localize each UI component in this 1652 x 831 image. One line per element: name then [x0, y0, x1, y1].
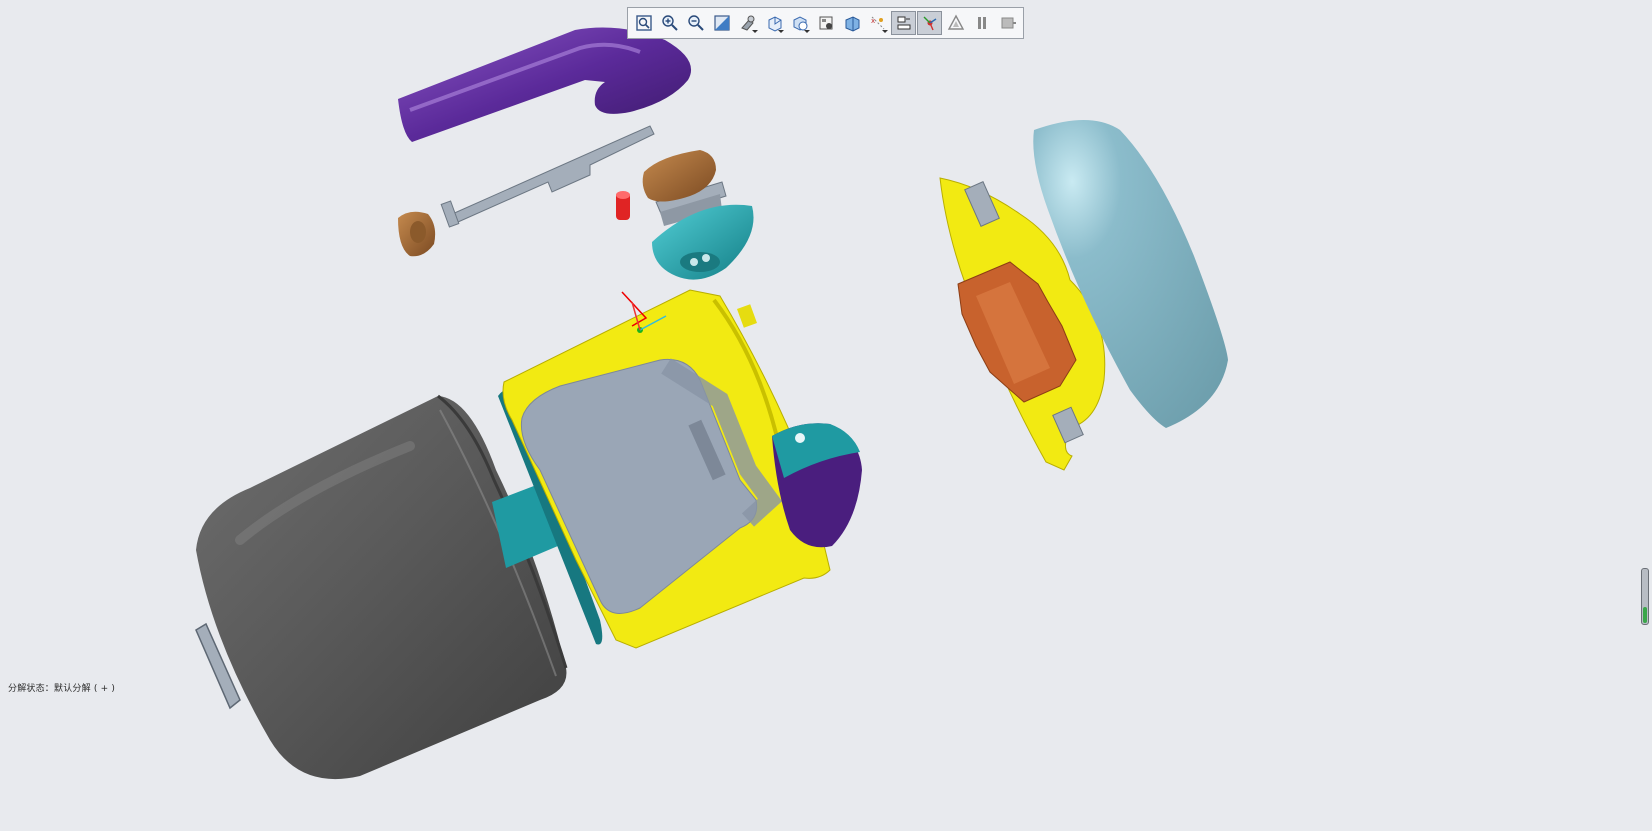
spin-center-button[interactable] — [917, 11, 942, 35]
dropdown-arrow-icon — [752, 30, 758, 33]
repaint-icon — [713, 15, 730, 31]
scroll-indicator-fill — [1643, 606, 1647, 623]
annotation-display-button[interactable] — [891, 11, 916, 35]
simplified-rep-button[interactable] — [943, 11, 968, 35]
zoom-in-icon — [661, 15, 678, 31]
annotation-display-icon — [897, 16, 910, 30]
exit-button[interactable] — [995, 11, 1020, 35]
svg-text:x: x — [871, 17, 875, 25]
pause-button[interactable] — [969, 11, 994, 35]
display-style-button[interactable] — [735, 11, 760, 35]
scroll-indicator[interactable] — [1641, 568, 1649, 625]
appearance-gallery-button[interactable] — [813, 11, 838, 35]
view-toolbar: x — [627, 7, 1024, 39]
spin-center-icon — [923, 16, 936, 31]
dropdown-arrow-icon — [778, 30, 784, 33]
zoom-in-button[interactable] — [657, 11, 682, 35]
repaint-button[interactable] — [709, 11, 734, 35]
zoom-out-button[interactable] — [683, 11, 708, 35]
zoom-fit-button[interactable] — [631, 11, 656, 35]
appearance-gallery-icon — [819, 16, 832, 30]
red-magnet-part[interactable] — [616, 191, 630, 220]
charging-case-shell[interactable] — [196, 394, 568, 780]
pause-icon — [977, 17, 986, 29]
dropdown-arrow-icon — [882, 30, 888, 33]
datum-display-button[interactable]: x — [865, 11, 890, 35]
exit-icon — [1001, 17, 1016, 29]
explode-state-label: 分解状态：默认分解 ( + ) — [8, 684, 116, 694]
model-viewport[interactable] — [0, 0, 1652, 831]
dropdown-arrow-icon — [804, 30, 810, 33]
saved-orientations-button[interactable] — [761, 11, 786, 35]
view-manager-button[interactable] — [787, 11, 812, 35]
perspective-view-button[interactable] — [839, 11, 864, 35]
simplified-rep-icon — [947, 14, 964, 30]
earbud-stem-part[interactable] — [398, 27, 692, 143]
bronze-bushing-part[interactable] — [398, 211, 436, 257]
zoom-out-icon — [687, 15, 704, 31]
zoom-fit-icon — [635, 15, 652, 31]
perspective-view-icon — [845, 16, 859, 32]
